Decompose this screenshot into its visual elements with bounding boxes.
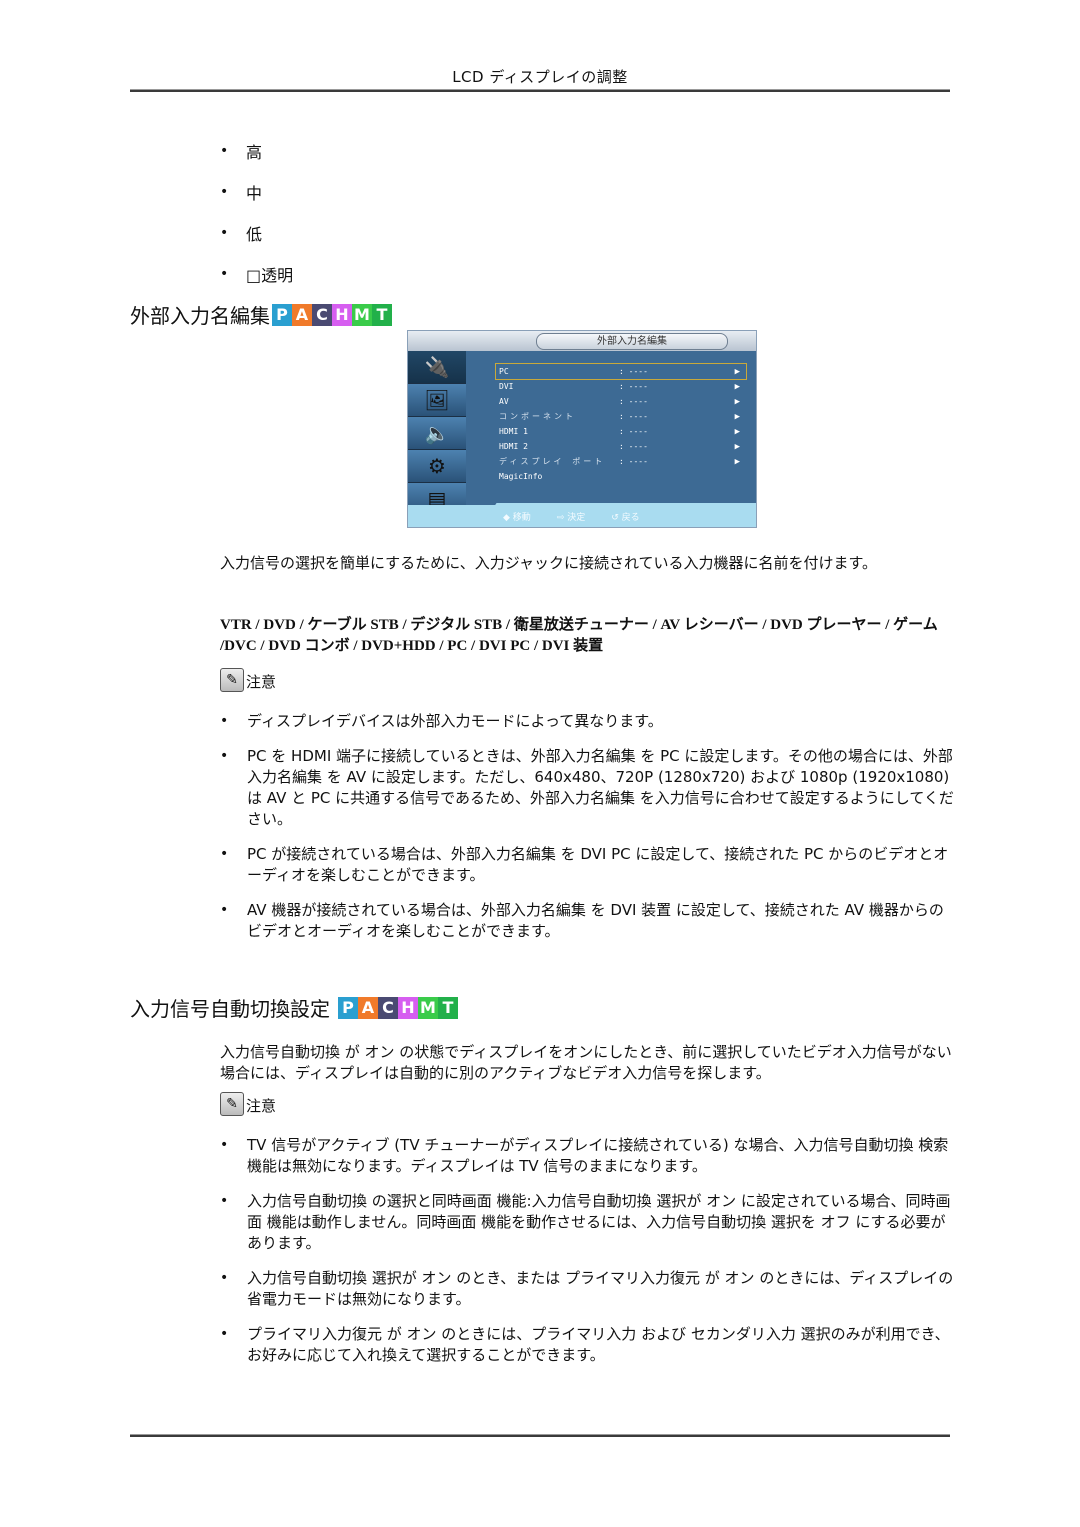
arrow-right-icon: ▶ bbox=[734, 396, 740, 407]
enter-icon: ⇨ bbox=[556, 513, 565, 523]
osd-row-dvi[interactable]: DVI: ---- ▶ bbox=[496, 379, 746, 394]
list-item: • □透明 bbox=[220, 265, 294, 285]
note-heading: ✎ 注意 bbox=[220, 668, 276, 692]
setup-icon[interactable]: ⚙ bbox=[408, 450, 466, 483]
note-heading: ✎ 注意 bbox=[220, 1092, 276, 1116]
sound-icon[interactable]: 🔈 bbox=[408, 417, 466, 450]
osd-sidebar: 🔌 🖼 🔈 ⚙ ▤ bbox=[408, 351, 466, 516]
bullet-icon: • bbox=[220, 748, 229, 764]
badge-a: A bbox=[358, 996, 378, 1019]
badge-h: H bbox=[332, 303, 352, 326]
badge-m: M bbox=[352, 303, 372, 326]
osd-row-av[interactable]: AV: ---- ▶ bbox=[496, 394, 746, 409]
list-item: • プライマリ入力復元 が オン のときには、プライマリ入力 および セカンダリ入… bbox=[220, 1325, 950, 1364]
osd-help-bar: ◆ 移動 ⇨ 決定 ↺ 戻る bbox=[503, 510, 640, 523]
arrow-right-icon: ▶ bbox=[734, 381, 740, 392]
move-icon: ◆ bbox=[503, 513, 510, 523]
bullet-icon: • bbox=[220, 1270, 229, 1286]
list-item: • PC が接続されている場合は、外部入力名編集 を DVI PC に設定して、接… bbox=[220, 845, 949, 884]
list-item: • 入力信号自動切換 選択が オン のとき、または プライマリ入力復元 が オン … bbox=[220, 1269, 954, 1308]
section-title-edit-name: 外部入力名編集 P A C H M T bbox=[130, 300, 392, 329]
bullet-icon: • bbox=[220, 142, 229, 159]
badge-p: P bbox=[338, 996, 358, 1019]
badge-p: P bbox=[272, 303, 292, 326]
section1-description: 入力信号の選択を簡単にするために、入力ジャックに接続されている入力機器に名前を付… bbox=[220, 554, 878, 572]
osd-help-move: ◆ 移動 bbox=[503, 513, 531, 523]
bullet-icon: • bbox=[220, 713, 229, 729]
arrow-right-icon: ▶ bbox=[734, 366, 740, 377]
section1-notes-list: • ディスプレイデバイスは外部入力モードによって異なります。 • PC を HDMI… bbox=[220, 711, 955, 956]
header-divider bbox=[130, 89, 950, 92]
arrow-right-icon: ▶ bbox=[734, 441, 740, 452]
bullet-icon: • bbox=[220, 224, 229, 241]
osd-row-magicinfo[interactable]: MagicInfo bbox=[496, 469, 746, 484]
osd-row-hdmi2[interactable]: HDMI 2: ---- ▶ bbox=[496, 439, 746, 454]
list-item: • PC を HDMI 端子に接続しているときは、外部入力名編集 を PC に設定… bbox=[220, 747, 954, 828]
bullet-icon: • bbox=[220, 1193, 229, 1209]
return-icon: ↺ bbox=[611, 513, 619, 523]
osd-row-component[interactable]: コンポーネント: ---- ▶ bbox=[496, 409, 746, 424]
osd-row-displayport[interactable]: ディスプレイ ポート: ---- ▶ bbox=[496, 454, 746, 469]
badge-m: M bbox=[418, 996, 438, 1019]
list-item: • AV 機器が接続されている場合は、外部入力名編集 を DVI 装置 に設定して… bbox=[220, 901, 944, 940]
bullet-icon: • bbox=[220, 1326, 229, 1342]
list-item: • 入力信号自動切換 の選択と同時画面 機能:入力信号自動切換 選択が オン に設… bbox=[220, 1192, 951, 1252]
badge-c: C bbox=[378, 996, 398, 1019]
page-header-title: LCD ディスプレイの調整 bbox=[452, 68, 628, 86]
section2-description: 入力信号自動切換 が オン の状態でディスプレイをオンにしたとき、前に選択してい… bbox=[220, 1043, 952, 1082]
bullet-icon: • bbox=[220, 902, 229, 918]
model-badges: P A C H M T bbox=[272, 303, 392, 326]
osd-menu-screenshot: 外部入力名編集 🔌 🖼 🔈 ⚙ ▤ PC: ---- ▶ DVI: ---- ▶ A… bbox=[407, 330, 757, 528]
osd-input-list: PC: ---- ▶ DVI: ---- ▶ AV: ---- ▶ コンポーネント: … bbox=[495, 363, 747, 484]
osd-row-pc[interactable]: PC: ---- ▶ bbox=[495, 363, 747, 380]
supported-devices: VTR / DVD / ケーブル STB / デジタル STB / 衛星放送チュ… bbox=[220, 617, 938, 654]
list-item: • 高 bbox=[220, 142, 263, 162]
section-title-auto-source: 入力信号自動切換設定 P A C H M T bbox=[130, 993, 458, 1022]
note-pencil-icon: ✎ bbox=[220, 1092, 244, 1116]
bullet-icon: • bbox=[220, 1137, 229, 1153]
arrow-right-icon: ▶ bbox=[734, 411, 740, 422]
arrow-right-icon: ▶ bbox=[734, 426, 740, 437]
footer-divider bbox=[130, 1434, 950, 1437]
list-item: • 低 bbox=[220, 224, 263, 244]
list-item: • TV 信号がアクティブ (TV チューナーがディスプレイに接続されている) な… bbox=[220, 1136, 949, 1175]
bullet-icon: • bbox=[220, 265, 229, 282]
badge-t: T bbox=[438, 996, 458, 1019]
list-item: • ディスプレイデバイスは外部入力モードによって異なります。 bbox=[220, 712, 663, 730]
note-pencil-icon: ✎ bbox=[220, 668, 244, 692]
badge-h: H bbox=[398, 996, 418, 1019]
badge-c: C bbox=[312, 303, 332, 326]
badge-a: A bbox=[292, 303, 312, 326]
picture-icon[interactable]: 🖼 bbox=[408, 384, 466, 417]
bullet-icon: • bbox=[220, 183, 229, 200]
arrow-right-icon: ▶ bbox=[734, 456, 740, 467]
osd-row-hdmi1[interactable]: HDMI 1: ---- ▶ bbox=[496, 424, 746, 439]
input-icon[interactable]: 🔌 bbox=[408, 351, 466, 384]
transparency-options-list: • 高 • 中 • 低 • □透明 bbox=[220, 130, 293, 294]
list-item: • 中 bbox=[220, 183, 263, 203]
model-badges: P A C H M T bbox=[338, 996, 458, 1019]
section2-notes-list: • TV 信号がアクティブ (TV チューナーがディスプレイに接続されている) な… bbox=[220, 1135, 955, 1380]
osd-help-enter: ⇨ 決定 bbox=[556, 513, 586, 523]
bullet-icon: • bbox=[220, 846, 229, 862]
osd-help-return: ↺ 戻る bbox=[611, 513, 640, 523]
badge-t: T bbox=[372, 303, 392, 326]
osd-title: 外部入力名編集 bbox=[536, 333, 728, 350]
